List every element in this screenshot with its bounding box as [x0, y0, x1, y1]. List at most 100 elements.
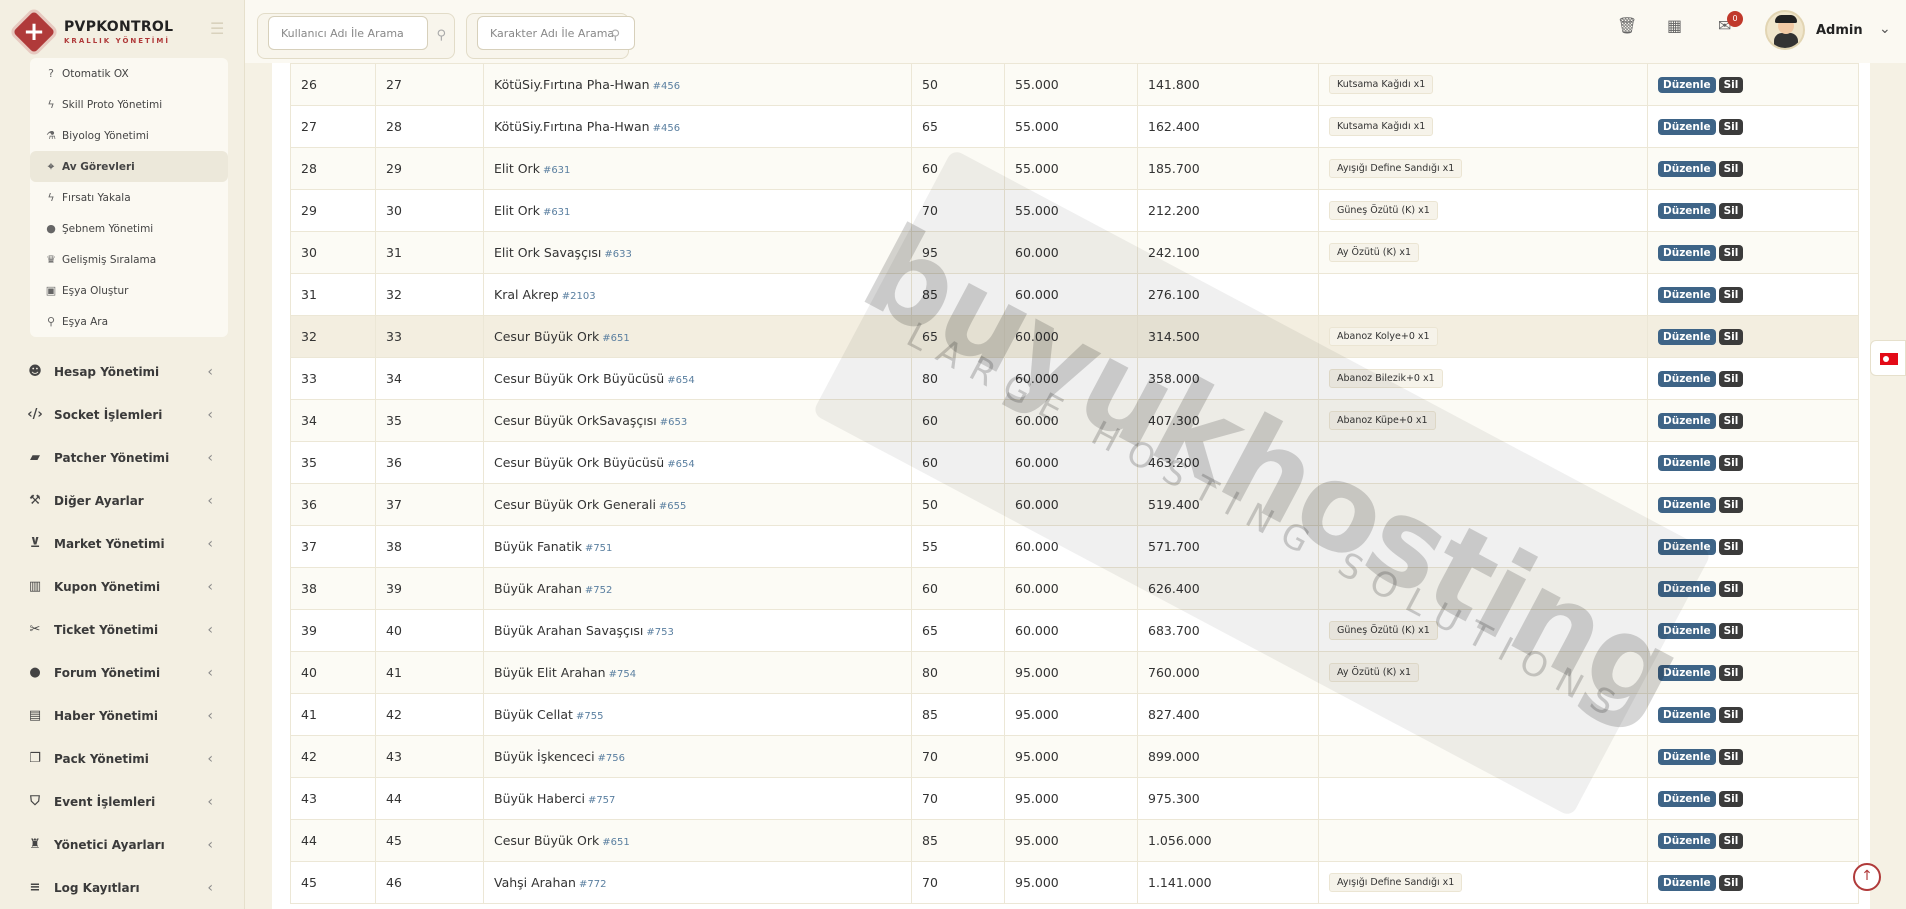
menu-item[interactable]: ⊻ Market Yönetimi ‹: [0, 522, 245, 565]
delete-button[interactable]: Sil: [1718, 497, 1744, 513]
delete-button[interactable]: Sil: [1718, 455, 1744, 471]
row-index: 43: [290, 777, 376, 820]
delete-button[interactable]: Sil: [1718, 161, 1744, 177]
language-switcher[interactable]: [1870, 340, 1906, 376]
menu-item[interactable]: ❐ Pack Yönetimi ‹: [0, 737, 245, 780]
menu-item[interactable]: ☻ Hesap Yönetimi ‹: [0, 350, 245, 393]
menu-item-label: Patcher Yönetimi: [54, 450, 170, 465]
hamburger-icon[interactable]: ☰: [210, 21, 228, 37]
monster-cell: Büyük Arahan #752: [483, 567, 912, 610]
delete-button[interactable]: Sil: [1718, 287, 1744, 303]
menu-item[interactable]: ▤ Haber Yönetimi ‹: [0, 694, 245, 737]
menu-item[interactable]: ‹/› Socket İşlemleri ‹: [0, 393, 245, 436]
delete-button[interactable]: Sil: [1718, 539, 1744, 555]
monster-name: Cesur Büyük OrkSavaşçısı: [494, 413, 657, 428]
reward-cell: [1318, 525, 1648, 568]
chevron-left-icon: ‹: [207, 793, 213, 810]
menu-item[interactable]: ⚒ Diğer Ayarlar ‹: [0, 479, 245, 522]
row-yang: 95.000: [1004, 861, 1138, 904]
submenu-item[interactable]: ? Otomatik OX: [30, 58, 228, 89]
copy-icon: ❐: [29, 751, 41, 766]
row-exp: 162.400: [1137, 105, 1319, 148]
delete-button[interactable]: Sil: [1718, 581, 1744, 597]
edit-button[interactable]: Düzenle: [1658, 413, 1716, 429]
delete-button[interactable]: Sil: [1718, 245, 1744, 261]
edit-button[interactable]: Düzenle: [1658, 161, 1716, 177]
delete-button[interactable]: Sil: [1718, 833, 1744, 849]
row-index: 30: [290, 231, 376, 274]
avatar[interactable]: [1765, 10, 1805, 50]
submenu-item[interactable]: ⚗ Biyolog Yönetimi: [30, 120, 228, 151]
table-row: 32 33 Cesur Büyük Ork #651 65 60.000 314.500 Ab…: [290, 315, 1859, 358]
row-level: 70: [911, 189, 1005, 232]
edit-button[interactable]: Düzenle: [1658, 119, 1716, 135]
reward-cell: Güneş Özütü (K) x1: [1318, 609, 1648, 652]
menu-item[interactable]: ✂ Ticket Yönetimi ‹: [0, 608, 245, 651]
delete-button[interactable]: Sil: [1718, 875, 1744, 891]
edit-button[interactable]: Düzenle: [1658, 665, 1716, 681]
delete-button[interactable]: Sil: [1718, 749, 1744, 765]
submenu-item[interactable]: ♛ Gelişmiş Sıralama: [30, 244, 228, 275]
delete-button[interactable]: Sil: [1718, 707, 1744, 723]
edit-button[interactable]: Düzenle: [1658, 329, 1716, 345]
brand[interactable]: + PVPKONTROL KRALLIK YÖNETİMİ: [0, 0, 244, 63]
delete-button[interactable]: Sil: [1718, 119, 1744, 135]
delete-button[interactable]: Sil: [1718, 371, 1744, 387]
edit-button[interactable]: Düzenle: [1658, 749, 1716, 765]
edit-button[interactable]: Düzenle: [1658, 791, 1716, 807]
search-icon[interactable]: ⚲: [610, 28, 620, 43]
reward-cell: Abanoz Bilezik+0 x1: [1318, 357, 1648, 400]
calendar-icon[interactable]: ▦: [1667, 16, 1682, 35]
scroll-top-button[interactable]: ↑: [1853, 863, 1881, 891]
chevron-down-icon[interactable]: ⌄: [1879, 21, 1891, 37]
submenu-item-label: Biyolog Yönetimi: [62, 129, 149, 142]
barcode-icon: ▥: [28, 579, 42, 594]
edit-button[interactable]: Düzenle: [1658, 245, 1716, 261]
monster-cell: Büyük Haberci #757: [483, 777, 912, 820]
edit-button[interactable]: Düzenle: [1658, 77, 1716, 93]
menu-item[interactable]: ▰ Patcher Yönetimi ‹: [0, 436, 245, 479]
submenu-item[interactable]: ● Şebnem Yönetimi: [30, 213, 228, 244]
submenu-item[interactable]: ▣ Eşya Oluştur: [30, 275, 228, 306]
edit-button[interactable]: Düzenle: [1658, 581, 1716, 597]
monster-name: Cesur Büyük Ork: [494, 833, 600, 848]
menu-item[interactable]: ⛉ Event İşlemleri ‹: [0, 780, 245, 823]
search-icon[interactable]: ⚲: [436, 28, 446, 43]
delete-button[interactable]: Sil: [1718, 77, 1744, 93]
edit-button[interactable]: Düzenle: [1658, 707, 1716, 723]
edit-button[interactable]: Düzenle: [1658, 623, 1716, 639]
edit-button[interactable]: Düzenle: [1658, 371, 1716, 387]
submenu-item[interactable]: ⌖ Av Görevleri: [30, 151, 228, 182]
edit-button[interactable]: Düzenle: [1658, 497, 1716, 513]
submenu-item[interactable]: ϟ Skill Proto Yönetimi: [30, 89, 228, 120]
menu-item[interactable]: ♜ Yönetici Ayarları ‹: [0, 823, 245, 866]
trash-icon[interactable]: 🗑: [1617, 16, 1637, 35]
menu-item[interactable]: ▥ Kupon Yönetimi ‹: [0, 565, 245, 608]
menu-item[interactable]: ≡ Log Kayıtları ‹: [0, 866, 245, 909]
delete-button[interactable]: Sil: [1718, 413, 1744, 429]
delete-button[interactable]: Sil: [1718, 623, 1744, 639]
monster-code: #757: [587, 795, 616, 806]
submenu-item[interactable]: ⚲ Eşya Ara: [30, 306, 228, 337]
delete-button[interactable]: Sil: [1718, 203, 1744, 219]
edit-button[interactable]: Düzenle: [1658, 833, 1716, 849]
edit-button[interactable]: Düzenle: [1658, 875, 1716, 891]
reward-cell: Ayışığı Define Sandığı x1: [1318, 861, 1648, 904]
reward-cell: [1318, 441, 1648, 484]
delete-button[interactable]: Sil: [1718, 329, 1744, 345]
edit-button[interactable]: Düzenle: [1658, 455, 1716, 471]
admin-name[interactable]: Admin: [1816, 23, 1863, 38]
actions-cell: DüzenleSil: [1647, 693, 1859, 736]
edit-button[interactable]: Düzenle: [1658, 203, 1716, 219]
submenu-item[interactable]: ϟ Fırsatı Yakala: [30, 182, 228, 213]
menu-item-label: Kupon Yönetimi: [54, 579, 161, 594]
edit-button[interactable]: Düzenle: [1658, 539, 1716, 555]
menu-item[interactable]: ● Forum Yönetimi ‹: [0, 651, 245, 694]
table-row: 40 41 Büyük Elit Arahan #754 80 95.000 760.000…: [290, 651, 1859, 694]
delete-button[interactable]: Sil: [1718, 665, 1744, 681]
brand-subtitle: KRALLIK YÖNETİMİ: [64, 36, 170, 45]
user-search-input[interactable]: [268, 16, 428, 50]
edit-button[interactable]: Düzenle: [1658, 287, 1716, 303]
actions-cell: DüzenleSil: [1647, 231, 1859, 274]
delete-button[interactable]: Sil: [1718, 791, 1744, 807]
